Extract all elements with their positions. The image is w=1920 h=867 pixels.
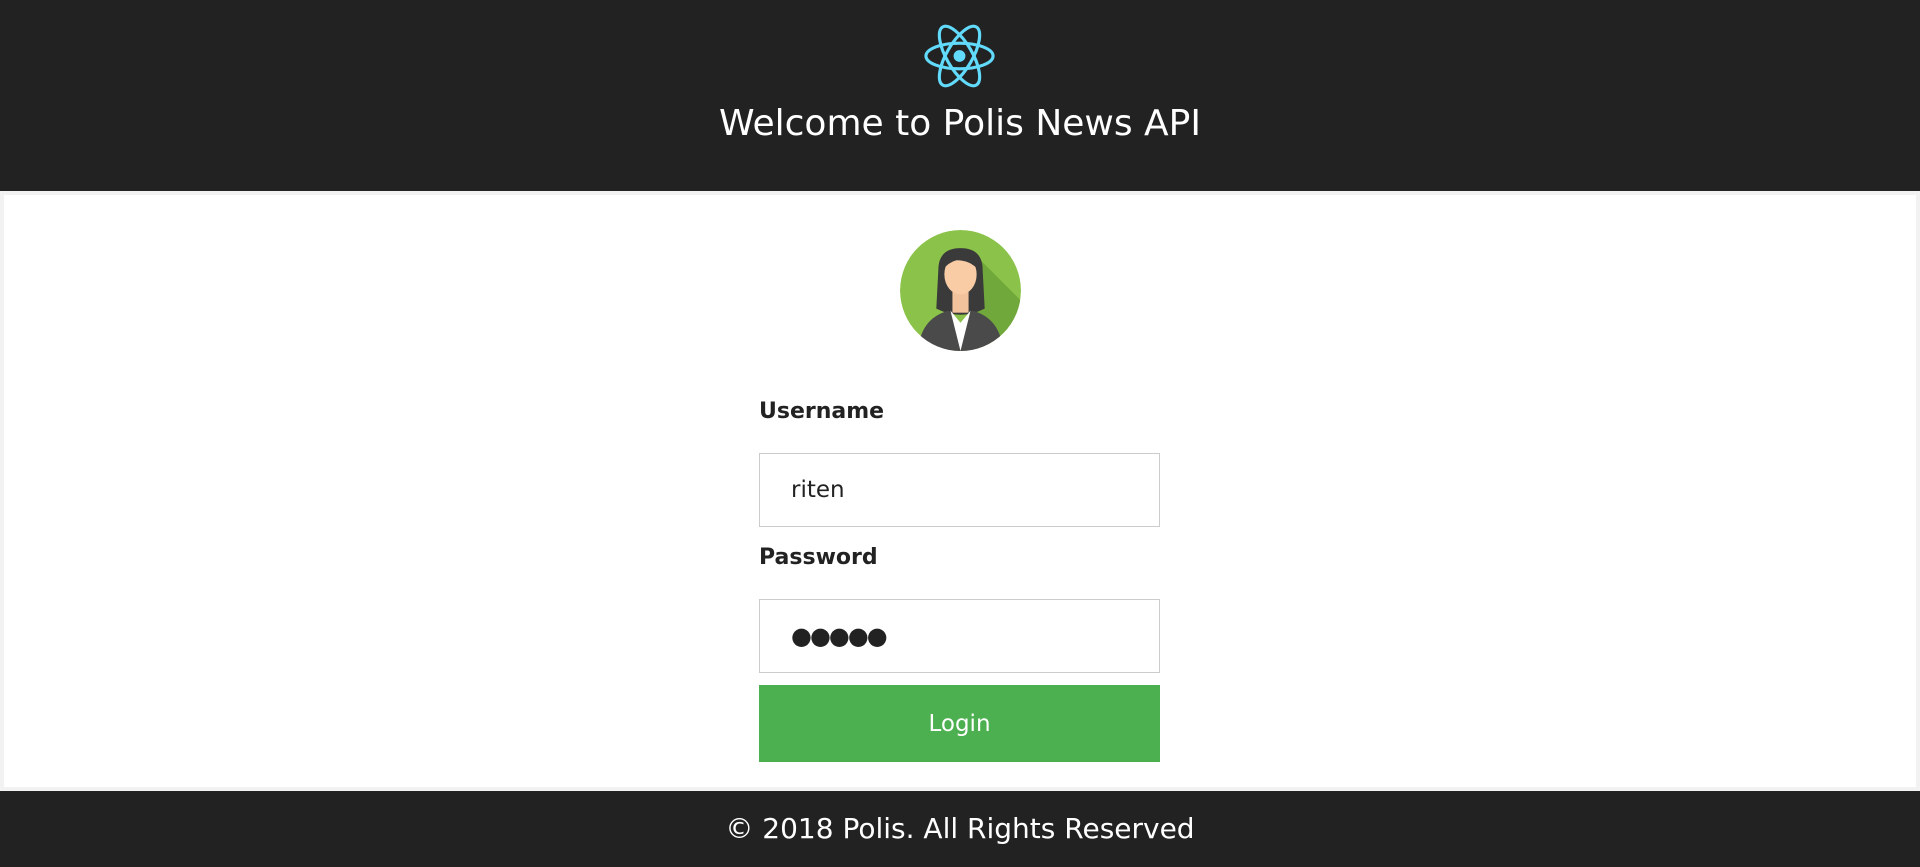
login-button[interactable]: Login	[759, 685, 1160, 762]
copyright-text: © 2018 Polis. All Rights Reserved	[725, 812, 1195, 845]
username-label: Username	[759, 399, 885, 424]
login-panel: Username riten Password ●●●●● Login	[4, 195, 1916, 787]
female-user-avatar-icon	[900, 230, 1021, 351]
page-title: Welcome to Polis News API	[718, 103, 1202, 144]
username-value: riten	[791, 477, 845, 503]
password-value: ●●●●●	[791, 622, 888, 650]
password-input[interactable]: ●●●●●	[759, 599, 1160, 673]
page-header: Welcome to Polis News API	[0, 0, 1920, 191]
password-label: Password	[759, 545, 878, 570]
react-atom-icon	[924, 24, 995, 88]
page-footer: © 2018 Polis. All Rights Reserved	[0, 791, 1920, 867]
username-input[interactable]: riten	[759, 453, 1160, 527]
